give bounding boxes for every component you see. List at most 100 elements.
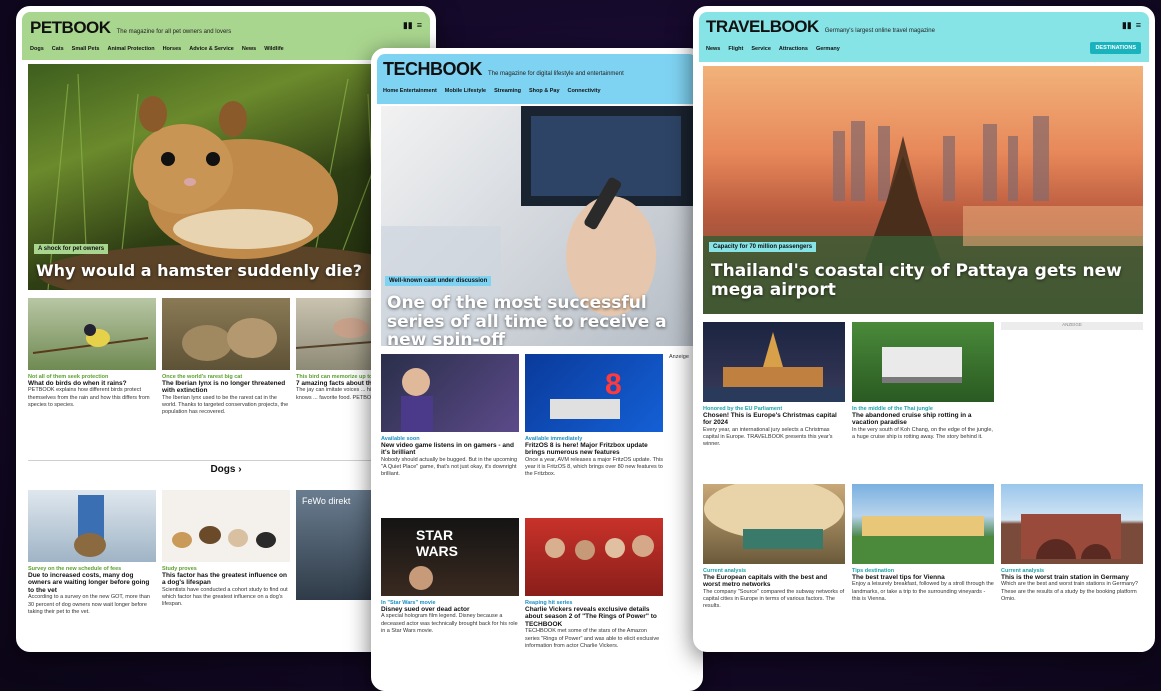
nav-item-shop-pay[interactable]: Shop & Pay (529, 88, 560, 94)
petbook-header-icons: ▮▮ ≡ (403, 20, 422, 31)
article-headline: The European capitals with the best and … (703, 574, 828, 589)
article-teaser: Every year, an international jury select… (703, 426, 833, 448)
nav-item-flight[interactable]: Flight (728, 46, 743, 52)
hamster-illustration (38, 73, 418, 290)
nav-item-wildlife[interactable]: Wildlife (264, 46, 284, 52)
travelbook-header: TRAVELBOOK Germany's largest online trav… (699, 12, 1149, 62)
destinations-button[interactable]: DESTINATIONS (1090, 42, 1141, 54)
nav-item-dogs[interactable]: Dogs (30, 46, 44, 52)
hero-badge: A shock for pet owners (34, 244, 109, 254)
article-card-rings-of-power[interactable]: Reaping hit series Charlie Vickers revea… (525, 518, 663, 650)
techbook-card: TECHBOOK The magazine for digital lifest… (371, 48, 703, 691)
menu-icon[interactable]: ≡ (417, 20, 422, 31)
hero-image-hamster[interactable]: A shock for pet owners Why would a hamst… (28, 64, 424, 290)
techbook-nav: Home Entertainment Mobile Lifestyle Stre… (383, 88, 691, 94)
article-headline: This is the worst train station in Germa… (1001, 574, 1129, 581)
techbook-logo[interactable]: TECHBOOK (383, 59, 483, 80)
article-card-lynx[interactable]: Once the world's rarest big cat The Iber… (162, 298, 290, 416)
article-teaser: Once a year, AVM releases a major FritzO… (525, 456, 663, 478)
article-card-train-station[interactable]: Current analysis This is the worst train… (1001, 484, 1143, 603)
nav-item-attractions[interactable]: Attractions (779, 46, 808, 52)
article-headline: FritzOS 8 is here! Major Fritzbox update… (525, 442, 648, 457)
article-card-metro[interactable]: Current analysis The European capitals w… (703, 479, 845, 610)
travelbook-card: TRAVELBOOK Germany's largest online trav… (693, 6, 1155, 652)
article-image-bird (28, 298, 156, 370)
ad-slot[interactable]: ANZEIGE (1001, 322, 1143, 330)
petbook-header: PETBOOK The magazine for all pet owners … (22, 12, 430, 60)
article-card-birds[interactable]: Not all of them seek protection What do … (28, 298, 156, 409)
menu-icon[interactable]: ≡ (1136, 20, 1141, 31)
article-card-quiet-place[interactable]: Available soon New video game listens in… (381, 354, 519, 478)
techbook-tagline: The magazine for digital lifestyle and e… (488, 71, 624, 77)
ad-label: ANZEIGE (1062, 322, 1082, 327)
svg-text:STAR: STAR (416, 527, 453, 543)
article-teaser: The Iberian lynx used to be the rarest c… (162, 394, 289, 416)
nav-item-animal-protection[interactable]: Animal Protection (108, 46, 155, 52)
nav-item-connectivity[interactable]: Connectivity (568, 88, 601, 94)
nav-item-service[interactable]: Service (751, 46, 771, 52)
article-headline: Chosen! This is Europe's Christmas capit… (703, 412, 837, 427)
article-image-station (1001, 484, 1143, 564)
nav-item-germany[interactable]: Germany (816, 46, 840, 52)
hero-image-pattaya[interactable]: Capacity for 70 million passengers Thail… (703, 66, 1143, 314)
hero-headline[interactable]: One of the most successful series of all… (387, 294, 697, 346)
travelbook-nav: News Flight Service Attractions Germany (706, 46, 1142, 52)
article-teaser: In the very south of Koh Chang, on the e… (852, 426, 993, 441)
nav-item-advice-service[interactable]: Advice & Service (189, 46, 234, 52)
nav-item-small-pets[interactable]: Small Pets (72, 46, 100, 52)
article-headline: Disney sued over dead actor (381, 606, 470, 613)
article-image-star-wars: STAR WARS (381, 518, 519, 596)
article-card-cruise-ship[interactable]: In the middle of the Thai jungle The aba… (852, 322, 994, 441)
article-card-fritzos[interactable]: 8 Available immediately FritzOS 8 is her… (525, 354, 663, 478)
article-teaser: TECHBOOK met some of the stars of the Am… (525, 628, 660, 649)
article-teaser: PETBOOK explains how different birds pro… (28, 387, 150, 408)
nav-item-home-entertainment[interactable]: Home Entertainment (383, 88, 437, 94)
article-teaser: A special hologram film legend. Disney b… (381, 613, 518, 634)
article-teaser: Enjoy a leisurely breakfast, followed by… (852, 581, 994, 602)
article-image-vet (28, 490, 156, 562)
article-headline: The best travel tips for Vienna (852, 574, 945, 581)
article-card-vienna[interactable]: Tips destination The best travel tips fo… (852, 484, 994, 603)
article-headline: Charlie Vickers reveals exclusive detail… (525, 606, 657, 628)
hero-headline[interactable]: Why would a hamster suddenly die? (36, 262, 362, 280)
techbook-header: TECHBOOK The magazine for digital lifest… (377, 54, 697, 104)
article-card-lifespan[interactable]: Study proves This factor has the greates… (162, 490, 290, 608)
profile-icon[interactable]: ▮▮ (1122, 20, 1132, 31)
article-teaser: Which are the best and worst train stati… (1001, 581, 1138, 602)
nav-item-streaming[interactable]: Streaming (494, 88, 521, 94)
petbook-nav: Dogs Cats Small Pets Animal Protection H… (30, 46, 422, 52)
hero-badge: Capacity for 70 million passengers (709, 242, 817, 252)
travelbook-header-icons: ▮▮ ≡ (1122, 20, 1141, 31)
section-divider (28, 460, 424, 461)
article-headline: Due to increased costs, many dog owners … (28, 572, 150, 594)
svg-text:8: 8 (605, 368, 622, 401)
article-headline: What do birds do when it rains? (28, 380, 127, 387)
article-card-christmas-capital[interactable]: Honored by the EU Parliament Chosen! Thi… (703, 322, 845, 448)
article-teaser: The company "Source" compared the subway… (703, 588, 845, 610)
article-teaser: Scientists have conducted a cohort study… (162, 586, 288, 608)
article-image-gamer (381, 354, 519, 432)
article-headline: New video game listens in on gamers - an… (381, 442, 514, 457)
travelbook-tagline: Germany's largest online travel magazine (824, 28, 935, 34)
article-headline: This factor has the greatest influence o… (162, 572, 287, 587)
travelbook-logo[interactable]: TRAVELBOOK (706, 17, 819, 37)
article-image-lynx (162, 298, 290, 370)
nav-item-news[interactable]: News (242, 46, 256, 52)
nav-item-cats[interactable]: Cats (52, 46, 64, 52)
article-image-dogs (162, 490, 290, 562)
article-image-night-city (703, 322, 845, 402)
nav-item-mobile-lifestyle[interactable]: Mobile Lifestyle (445, 88, 486, 94)
hero-image-remote[interactable]: Well-known cast under discussion One of … (381, 106, 697, 346)
nav-item-horses[interactable]: Horses (163, 46, 182, 52)
article-image-fritzbox: 8 (525, 354, 663, 432)
petbook-logo[interactable]: PETBOOK (30, 18, 111, 38)
nav-item-news[interactable]: News (706, 46, 720, 52)
article-image-ship (852, 322, 994, 402)
article-card-vet[interactable]: Survey on the new schedule of fees Due t… (28, 490, 156, 616)
profile-icon[interactable]: ▮▮ (403, 20, 413, 31)
section-title-dogs[interactable]: Dogs › (28, 464, 424, 475)
svg-text:WARS: WARS (416, 543, 458, 559)
article-headline: The abandoned cruise ship rotting in a v… (852, 412, 972, 427)
article-card-disney[interactable]: STAR WARS In "Star Wars" movie Disney sue… (381, 518, 519, 635)
hero-headline[interactable]: Thailand's coastal city of Pattaya gets … (711, 262, 1131, 300)
